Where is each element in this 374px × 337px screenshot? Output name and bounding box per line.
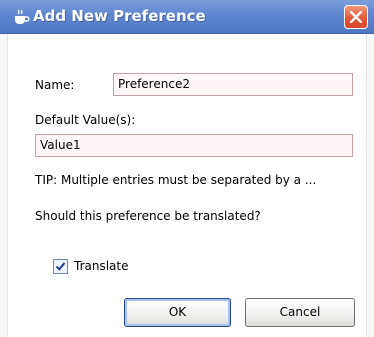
cancel-button[interactable]: Cancel <box>245 298 355 327</box>
close-button[interactable] <box>344 5 368 29</box>
name-field[interactable]: Preference2 <box>113 73 353 96</box>
coffee-cup-icon <box>12 8 30 26</box>
title-bar[interactable]: Add New Preference <box>0 0 374 34</box>
add-preference-dialog: Add New Preference Name: Preference2 Def… <box>0 0 374 337</box>
right-frame <box>366 34 374 337</box>
translate-checkbox[interactable] <box>53 259 68 274</box>
translate-question: Should this preference be translated? <box>35 209 261 223</box>
dialog-title: Add New Preference <box>33 7 206 25</box>
name-label: Name: <box>35 78 75 92</box>
left-frame <box>0 34 8 337</box>
ok-button[interactable]: OK <box>124 298 231 327</box>
tip-text: TIP: Multiple entries must be separated … <box>35 173 317 187</box>
checkmark-icon <box>55 262 66 271</box>
close-icon <box>350 11 362 23</box>
default-value-label: Default Value(s): <box>35 113 136 127</box>
translate-label[interactable]: Translate <box>74 259 129 273</box>
default-value-field[interactable]: Value1 <box>35 134 353 157</box>
